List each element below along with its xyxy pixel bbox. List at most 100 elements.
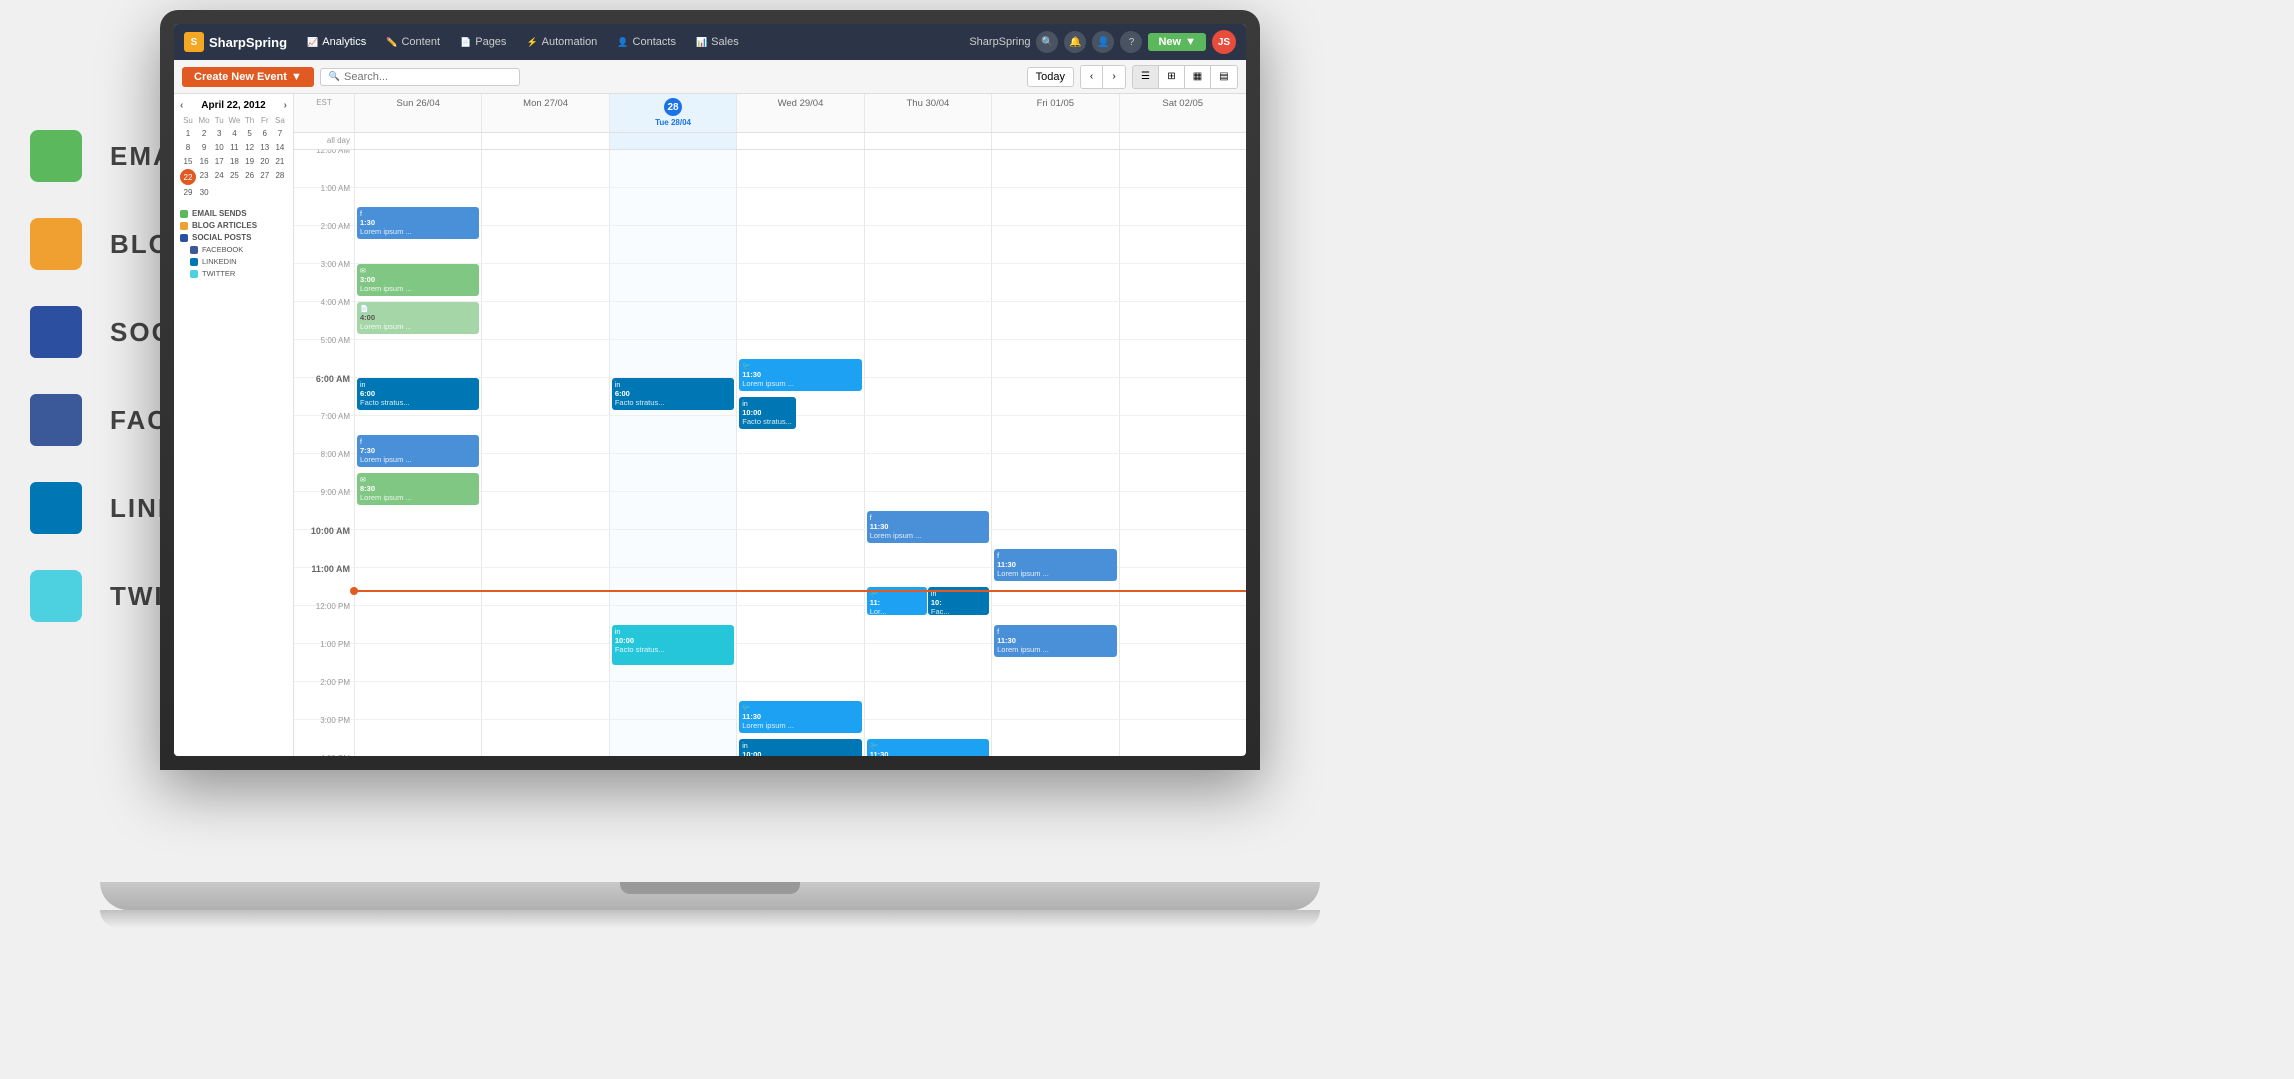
nav-item-content[interactable]: ✏️ Content <box>378 32 448 52</box>
mini-cal-day-6[interactable]: 6 <box>258 127 272 140</box>
mini-cal-day-1[interactable]: 1 <box>180 127 196 140</box>
cell-tue-2pm[interactable] <box>609 682 736 719</box>
cell-mon-7am[interactable] <box>481 416 608 453</box>
nav-item-analytics[interactable]: 📈 Analytics <box>299 32 374 52</box>
cell-sat-12pm[interactable] <box>1119 606 1246 643</box>
cell-sat-12am[interactable] <box>1119 150 1246 187</box>
cell-thu-3am[interactable] <box>864 264 991 301</box>
search-icon-btn[interactable]: 🔍 <box>1036 31 1058 53</box>
cell-thu-5am[interactable] <box>864 340 991 377</box>
prev-arrow-button[interactable]: ‹ <box>1081 66 1103 88</box>
cell-tue-8am[interactable] <box>609 454 736 491</box>
cell-sun-12pm[interactable] <box>354 606 481 643</box>
cell-mon-3am[interactable] <box>481 264 608 301</box>
cell-tue-9am[interactable] <box>609 492 736 529</box>
cell-tue-4am[interactable] <box>609 302 736 339</box>
mini-cal-day-11[interactable]: 11 <box>227 141 241 154</box>
notifications-icon-btn[interactable]: 🔔 <box>1064 31 1086 53</box>
nav-item-sales[interactable]: 📊 Sales <box>688 32 747 52</box>
cell-sat-3pm[interactable] <box>1119 720 1246 756</box>
cell-sun-6am[interactable]: in 6:00 Facto stratus... <box>354 378 481 415</box>
cell-sat-6am[interactable] <box>1119 378 1246 415</box>
cell-thu-7am[interactable] <box>864 416 991 453</box>
cell-sat-10am[interactable] <box>1119 530 1246 567</box>
cell-wed-12pm[interactable] <box>736 606 863 643</box>
search-input[interactable] <box>344 71 511 83</box>
cell-mon-11am[interactable] <box>481 568 608 605</box>
event-wed-1130c[interactable]: 🐦 11:30 Lorem ipsum ... <box>739 701 861 733</box>
nav-item-automation[interactable]: ⚡ Automation <box>518 32 605 52</box>
search-box[interactable]: 🔍 <box>320 68 520 86</box>
cell-tue-6am[interactable]: in 6:00 Facto stratus... <box>609 378 736 415</box>
cell-mon-12am[interactable] <box>481 150 608 187</box>
cell-fri-6am[interactable] <box>991 378 1118 415</box>
event-sun-300[interactable]: ✉ 3:00 Lorem ipsum ... <box>357 264 479 296</box>
cell-mon-2am[interactable] <box>481 226 608 263</box>
cell-thu-10am[interactable]: f 11:30 Lorem ipsum ... <box>864 530 991 567</box>
today-button[interactable]: Today <box>1027 67 1074 87</box>
cell-sun-4am[interactable]: 📄 4:00 Lorem ipsum ... <box>354 302 481 339</box>
user-icon-btn[interactable]: 👤 <box>1092 31 1114 53</box>
cell-wed-4am[interactable] <box>736 302 863 339</box>
cell-wed-1am[interactable] <box>736 188 863 225</box>
cell-wed-9am[interactable] <box>736 492 863 529</box>
cell-thu-8am[interactable] <box>864 454 991 491</box>
nav-account-label[interactable]: SharpSpring <box>969 36 1030 48</box>
mini-cal-day-4[interactable]: 4 <box>227 127 241 140</box>
event-wed-1000[interactable]: in 10:00 Facto stratus... <box>739 397 796 429</box>
mini-cal-day-22-today[interactable]: 22 <box>180 169 196 185</box>
event-fri-1130pm[interactable]: f 11:30 Lorem ipsum ... <box>994 625 1116 657</box>
mini-cal-prev[interactable]: ‹ <box>180 100 183 111</box>
event-wed-1000c[interactable]: in 10:00 Facto stratus... <box>739 739 861 756</box>
cell-mon-4am[interactable] <box>481 302 608 339</box>
cell-wed-10am[interactable] <box>736 530 863 567</box>
event-wed-1130a[interactable]: 🐦 11:30 Lorem ipsum ... <box>739 359 861 391</box>
cell-fri-3am[interactable] <box>991 264 1118 301</box>
cell-fri-2pm[interactable] <box>991 682 1118 719</box>
cell-wed-3am[interactable] <box>736 264 863 301</box>
cell-thu-12am[interactable] <box>864 150 991 187</box>
cell-fri-3pm[interactable] <box>991 720 1118 756</box>
cell-mon-3pm[interactable] <box>481 720 608 756</box>
view-week-button[interactable]: ⊞ <box>1159 66 1185 88</box>
cell-tue-3pm[interactable] <box>609 720 736 756</box>
next-arrow-button[interactable]: › <box>1103 66 1125 88</box>
cell-sat-7am[interactable] <box>1119 416 1246 453</box>
mini-cal-day-9[interactable]: 9 <box>197 141 211 154</box>
mini-cal-day-26[interactable]: 26 <box>243 169 257 185</box>
cell-sat-11am[interactable] <box>1119 568 1246 605</box>
mini-cal-day-19[interactable]: 19 <box>243 155 257 168</box>
cell-fri-8am[interactable] <box>991 454 1118 491</box>
cell-sat-8am[interactable] <box>1119 454 1246 491</box>
cell-mon-1am[interactable] <box>481 188 608 225</box>
mini-cal-day-10[interactable]: 10 <box>212 141 226 154</box>
mini-cal-day-23[interactable]: 23 <box>197 169 211 185</box>
cell-thu-4am[interactable] <box>864 302 991 339</box>
cell-fri-1am[interactable] <box>991 188 1118 225</box>
cell-thu-6am[interactable] <box>864 378 991 415</box>
mini-cal-day-30[interactable]: 30 <box>197 186 211 199</box>
mini-cal-day-25[interactable]: 25 <box>227 169 241 185</box>
event-sun-600[interactable]: in 6:00 Facto stratus... <box>357 378 479 410</box>
cell-tue-3am[interactable] <box>609 264 736 301</box>
cell-mon-5am[interactable] <box>481 340 608 377</box>
cell-sun-12am[interactable] <box>354 150 481 187</box>
mini-cal-day-8[interactable]: 8 <box>180 141 196 154</box>
cell-mon-10am[interactable] <box>481 530 608 567</box>
event-thu-1130[interactable]: f 11:30 Lorem ipsum ... <box>867 511 989 543</box>
nav-item-pages[interactable]: 📄 Pages <box>452 32 514 52</box>
cell-mon-1pm[interactable] <box>481 644 608 681</box>
event-tue-600[interactable]: in 6:00 Facto stratus... <box>612 378 734 410</box>
cell-mon-8am[interactable] <box>481 454 608 491</box>
cell-mon-12pm[interactable] <box>481 606 608 643</box>
cell-sat-2pm[interactable] <box>1119 682 1246 719</box>
event-sun-730[interactable]: f 7:30 Lorem ipsum ... <box>357 435 479 467</box>
cell-sun-5am[interactable] <box>354 340 481 377</box>
cell-sat-9am[interactable] <box>1119 492 1246 529</box>
mini-cal-day-5[interactable]: 5 <box>243 127 257 140</box>
cell-tue-2am[interactable] <box>609 226 736 263</box>
cell-tue-5am[interactable] <box>609 340 736 377</box>
cell-thu-2am[interactable] <box>864 226 991 263</box>
mini-cal-day-12[interactable]: 12 <box>243 141 257 154</box>
cell-mon-9am[interactable] <box>481 492 608 529</box>
